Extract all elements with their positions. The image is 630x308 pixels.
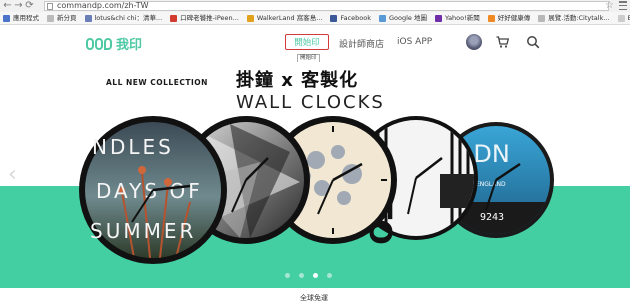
bookmark-item[interactable]: 展覽.活動:Citytalk...	[538, 13, 610, 22]
bookmark-favicon-icon	[170, 14, 178, 22]
bookmark-label: 應用程式	[13, 13, 39, 22]
bookmark-item[interactable]: 好好健康傳	[487, 13, 531, 22]
bookmark-label: 新分頁	[57, 13, 77, 22]
cart-icon[interactable]	[496, 36, 509, 48]
bookmark-item[interactable]: 應用程式	[3, 13, 39, 22]
clock1-line1: NDLES	[92, 135, 174, 159]
bookmark-favicon-icon	[3, 14, 10, 22]
bookmark-label: Yahoo!新聞	[445, 13, 480, 22]
bookmark-label: Facebook	[340, 13, 371, 22]
bookmarks-bar: 應用程式 新分頁 lotus&chi chi：清華... 口碑老饕推-iPeen...…	[0, 12, 630, 25]
bookmark-favicon-icon	[246, 14, 254, 22]
carousel-dot[interactable]	[285, 273, 290, 278]
bookmark-favicon-icon	[379, 14, 386, 22]
bookmark-label: Google 地圖	[389, 13, 427, 22]
bookmark-favicon-icon	[84, 14, 92, 22]
carousel-next-arrow[interactable]: ›	[594, 162, 603, 187]
bookmark-favicon-icon	[538, 14, 546, 22]
menu-icon[interactable]	[619, 1, 627, 10]
address-bar[interactable]: commandp.com/zh-TW	[44, 1, 609, 11]
bookmark-label: 口碑老饕推-iPeen...	[180, 13, 239, 22]
bookmark-favicon-icon	[330, 14, 338, 22]
bookmark-favicon-icon	[617, 14, 625, 22]
bookmark-favicon-icon	[435, 14, 442, 22]
bookmark-item[interactable]: Google 地圖	[379, 13, 427, 22]
clock5-line3: 9243	[480, 212, 504, 223]
browser-window: { "browser": { "url": "commandp.com/zh-T…	[0, 0, 630, 308]
bookmark-item[interactable]: Yahoo!新聞	[435, 13, 480, 22]
bookmark-label: 好好健康傳	[497, 13, 531, 22]
bookmark-favicon-icon	[47, 14, 54, 22]
bookmark-favicon-icon	[487, 14, 495, 22]
avatar[interactable]	[466, 34, 482, 50]
clock1-line3: SUMMER	[90, 219, 196, 243]
carousel-dots	[285, 273, 341, 278]
bookmark-item[interactable]: 口碑老饕推-iPeen...	[170, 13, 239, 22]
browser-toolbar: ← → ⟳ commandp.com/zh-TW ☆	[0, 0, 630, 12]
nav-start-printing-button[interactable]: 開始印	[285, 34, 329, 50]
bookmark-item[interactable]: Facebook	[330, 13, 371, 22]
bookmark-item[interactable]: Ecourse	[617, 14, 630, 22]
clock-endless-summer: NDLES DAYS OF SUMMER	[79, 116, 227, 264]
bookmark-label: lotus&chi chi：清華...	[94, 13, 163, 22]
carousel-dot[interactable]	[327, 273, 332, 278]
url-text: commandp.com/zh-TW	[57, 1, 149, 10]
clock5-line2: ENGLAND	[476, 181, 506, 188]
carousel-prev-arrow[interactable]: ‹	[8, 162, 17, 187]
site-header: 我印 開始印 開始印 設計師商店 iOS APP	[0, 26, 630, 63]
nav-designer-store-link[interactable]: 設計師商店	[339, 37, 384, 50]
bookmark-item[interactable]: lotus&chi chi：清華...	[84, 13, 163, 22]
free-shipping-text: 全球免運	[300, 294, 328, 302]
clock1-line2: DAYS OF	[96, 179, 203, 203]
nav-ios-app-link[interactable]: iOS APP	[397, 37, 432, 47]
hero-carousel: ALL NEW COLLECTION 掛鐘 x 客製化 WALL CLOCKS	[0, 62, 630, 288]
bookmark-label: 展覽.活動:Citytalk...	[548, 13, 610, 22]
bookmark-star-icon[interactable]: ☆	[605, 0, 614, 11]
bookmark-item[interactable]: 新分頁	[47, 13, 77, 22]
logo-text: 我印	[116, 38, 143, 53]
carousel-dot[interactable]	[299, 273, 304, 278]
below-hero: 全球免運	[0, 288, 630, 308]
page-icon	[47, 2, 53, 10]
reload-icon[interactable]: ⟳	[24, 1, 35, 12]
search-icon[interactable]	[526, 35, 540, 49]
forward-icon[interactable]: →	[13, 1, 24, 12]
bookmark-label: WalkerLand 窩客島...	[256, 13, 323, 22]
back-icon[interactable]: ←	[2, 1, 13, 12]
logo[interactable]: 我印	[86, 34, 142, 53]
wall-clocks-image: LDN ENGLAND 9243 NDLES DAYS OF SUMMER	[79, 116, 554, 264]
logo-mark-icon	[86, 37, 113, 50]
carousel-dot[interactable]	[313, 273, 318, 278]
bookmark-item[interactable]: WalkerLand 窩客島...	[246, 13, 323, 22]
